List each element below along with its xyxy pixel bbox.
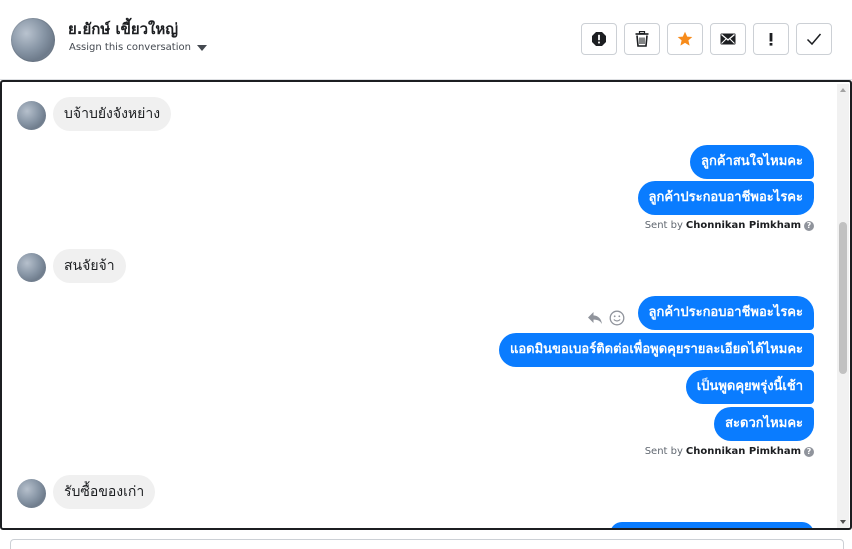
- follow-up-button[interactable]: [753, 23, 789, 55]
- trash-icon: [635, 31, 649, 47]
- outgoing-message: สะดวกไหมคะ: [714, 407, 814, 441]
- outgoing-message-partial: [610, 522, 814, 528]
- conversation-header: ย.ยักษ์ เขี้ยวใหญ่ Assign this conversat…: [0, 0, 852, 80]
- exclamation-icon: [769, 33, 773, 46]
- incoming-message: รับซื้อของเก่า: [53, 475, 156, 509]
- envelope-icon: [720, 33, 736, 45]
- mark-done-button[interactable]: [796, 23, 832, 55]
- scroll-down-arrow-icon[interactable]: [840, 520, 846, 524]
- help-icon[interactable]: ?: [804, 446, 814, 457]
- caret-down-icon: [196, 44, 207, 51]
- message-actions: [587, 310, 625, 326]
- incoming-message: บจ้าบยังจังหย่าง: [53, 97, 172, 131]
- sent-by-label: Sent by Chonnikan Pimkham ?: [645, 220, 814, 231]
- emoji-reaction-icon[interactable]: [609, 310, 625, 326]
- contact-avatar-small: [17, 101, 46, 130]
- incoming-message: สนจัยจ้า: [53, 249, 126, 283]
- octagon-alert-icon: [592, 32, 606, 46]
- message-thread[interactable]: บจ้าบยังจังหย่าง ลูกค้าสนใจไหมคะ ลูกค้าป…: [0, 80, 852, 530]
- sent-by-agent: Chonnikan Pimkham: [685, 446, 801, 457]
- delete-button[interactable]: [624, 23, 660, 55]
- contact-avatar-small: [17, 253, 46, 282]
- scroll-up-arrow-icon[interactable]: [840, 88, 846, 92]
- contact-avatar-small: [17, 479, 46, 508]
- assign-conversation-dropdown[interactable]: Assign this conversation: [69, 42, 207, 53]
- conversation-toolbar: [581, 23, 832, 55]
- outgoing-message: แอดมินขอเบอร์ติดต่อเพื่อพูดคุยรายละเอียด…: [498, 333, 814, 367]
- message-composer[interactable]: [10, 539, 844, 549]
- contact-avatar[interactable]: [11, 18, 55, 62]
- outgoing-message: ลูกค้าสนใจไหมคะ: [690, 145, 814, 179]
- outgoing-message: เป็นพูดคุยพรุ่งนี้เช้า: [685, 370, 814, 404]
- sent-by-label: Sent by Chonnikan Pimkham ?: [645, 446, 814, 457]
- star-button[interactable]: [667, 23, 703, 55]
- star-icon: [677, 31, 693, 46]
- thread-scrollbar[interactable]: [837, 84, 849, 528]
- scrollbar-thumb[interactable]: [839, 222, 847, 374]
- outgoing-message: ลูกค้าประกอบอาชีพอะไรคะ: [637, 296, 814, 330]
- checkmark-icon: [806, 33, 822, 46]
- sent-by-prefix: Sent by: [644, 220, 683, 231]
- help-icon[interactable]: ?: [804, 220, 814, 231]
- assign-label: Assign this conversation: [69, 42, 191, 53]
- sent-by-prefix: Sent by: [644, 446, 683, 457]
- mark-spam-button[interactable]: [581, 23, 617, 55]
- mark-unread-button[interactable]: [710, 23, 746, 55]
- outgoing-message: ลูกค้าประกอบอาชีพอะไรคะ: [637, 181, 814, 215]
- sent-by-agent: Chonnikan Pimkham: [685, 220, 801, 231]
- reply-icon[interactable]: [587, 311, 603, 325]
- contact-name[interactable]: ย.ยักษ์ เขี้ยวใหญ่: [68, 17, 178, 41]
